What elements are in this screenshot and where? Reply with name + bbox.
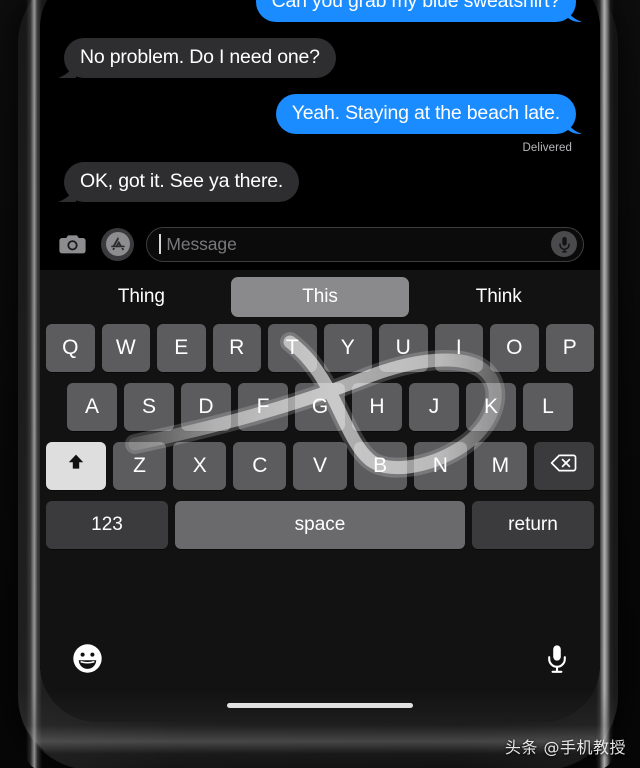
keyboard-row-1: Q W E R T Y U I O P: [40, 324, 600, 372]
key-w[interactable]: W: [101, 324, 150, 372]
keyboard-row-3: Z X C V B N M: [40, 442, 600, 490]
shift-arrow-icon: [65, 452, 87, 480]
delivered-status: Delivered: [522, 142, 572, 154]
backspace-key[interactable]: [533, 442, 594, 490]
conversation-thread[interactable]: Can you grab my blue sweatshirt? No prob…: [40, 0, 600, 250]
key-b[interactable]: B: [353, 442, 407, 490]
key-o[interactable]: O: [490, 324, 539, 372]
keyboard-row-bottom: 123 space return: [40, 501, 600, 549]
key-s[interactable]: S: [124, 383, 174, 431]
key-m[interactable]: M: [473, 442, 527, 490]
key-k[interactable]: K: [466, 383, 516, 431]
app-store-icon[interactable]: [101, 227, 134, 261]
prediction-candidate[interactable]: Thing: [52, 277, 231, 317]
prediction-candidate-selected[interactable]: This: [230, 277, 410, 317]
key-v[interactable]: V: [293, 442, 347, 490]
key-t[interactable]: T: [268, 324, 317, 372]
message-row: No problem. Do I need one?: [64, 38, 336, 78]
return-key[interactable]: return: [472, 501, 594, 549]
key-q[interactable]: Q: [46, 324, 95, 372]
key-r[interactable]: R: [212, 324, 261, 372]
microphone-icon[interactable]: [551, 231, 577, 257]
key-i[interactable]: I: [434, 324, 483, 372]
predictive-text-bar: Thing This Think: [40, 270, 600, 324]
message-bubble-outgoing[interactable]: Can you grab my blue sweatshirt?: [255, 0, 576, 22]
message-row: OK, got it. See ya there.: [64, 162, 300, 202]
message-row: Can you grab my blue sweatshirt?: [255, 0, 576, 22]
key-z[interactable]: Z: [113, 442, 167, 490]
message-bubble-outgoing[interactable]: Yeah. Staying at the beach late.: [275, 94, 576, 134]
space-key[interactable]: space: [175, 501, 465, 549]
shift-key[interactable]: [46, 442, 106, 490]
key-j[interactable]: J: [409, 383, 459, 431]
key-e[interactable]: E: [157, 324, 206, 372]
home-indicator[interactable]: [227, 702, 413, 708]
message-bubble-incoming[interactable]: No problem. Do I need one?: [64, 38, 336, 78]
phone-screen: Can you grab my blue sweatshirt? No prob…: [40, 0, 600, 722]
key-g[interactable]: G: [295, 383, 345, 431]
smiley-face-icon[interactable]: [72, 643, 103, 679]
camera-icon[interactable]: [56, 228, 89, 261]
backspace-icon: [550, 453, 577, 479]
numbers-key[interactable]: 123: [46, 501, 168, 549]
key-p[interactable]: P: [545, 324, 594, 372]
key-y[interactable]: Y: [323, 324, 372, 372]
message-bubble-incoming[interactable]: OK, got it. See ya there.: [64, 162, 300, 202]
on-screen-keyboard[interactable]: Thing This Think Q W E R T Y U I O P A S…: [40, 270, 600, 722]
text-cursor: [159, 234, 162, 254]
key-u[interactable]: U: [379, 324, 428, 372]
key-f[interactable]: F: [238, 383, 288, 431]
keyboard-row-2: A S D F G H J K L: [40, 383, 600, 431]
microphone-icon[interactable]: [546, 644, 568, 679]
key-a[interactable]: A: [67, 383, 117, 431]
message-row: Yeah. Staying at the beach late.: [275, 94, 576, 134]
watermark: 头条 @手机教授: [504, 738, 626, 757]
prediction-candidate[interactable]: Think: [409, 277, 588, 317]
message-input-bar: Message: [40, 218, 600, 270]
phone-photo: Can you grab my blue sweatshirt? No prob…: [0, 0, 640, 768]
message-placeholder: Message: [166, 233, 237, 254]
key-n[interactable]: N: [413, 442, 467, 490]
key-c[interactable]: C: [233, 442, 287, 490]
key-d[interactable]: D: [181, 383, 231, 431]
message-text-field[interactable]: Message: [146, 226, 584, 262]
key-x[interactable]: X: [173, 442, 227, 490]
key-l[interactable]: L: [523, 383, 573, 431]
key-h[interactable]: H: [352, 383, 402, 431]
